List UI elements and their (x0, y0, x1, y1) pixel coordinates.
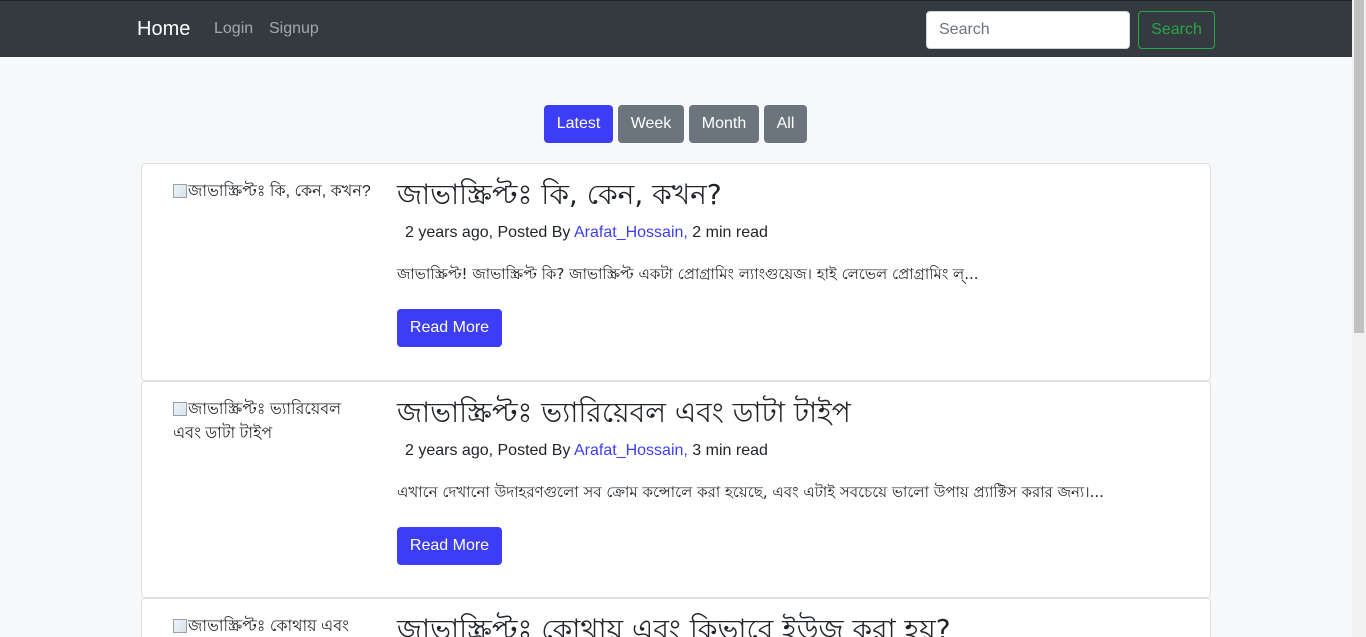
post-title[interactable]: জাভাস্ক্রিপ্টঃ কোথায় এবং কিভাবে ইউজ করা… (397, 613, 951, 637)
post-meta: 2 years ago, Posted By Arafat_Hossain, 3… (405, 442, 768, 460)
post-thumbnail-alt-text: জাভাস্ক্রিপ্টঃ কি, কেন, কখন? (188, 183, 371, 200)
post-thumbnail-alt-text: জাভাস্ক্রিপ্টঃ কোথায় এবং (188, 618, 349, 635)
post-thumbnail-broken-image: জাভাস্ক্রিপ্টঃ কি, কেন, কখন? (173, 180, 373, 204)
post-card: জাভাস্ক্রিপ্টঃ কোথায় এবং জাভাস্ক্রিপ্টঃ… (141, 598, 1211, 637)
filter-latest-button[interactable]: Latest (544, 105, 613, 143)
nav-signup-link[interactable]: Signup (269, 20, 319, 38)
post-author-link[interactable]: Arafat_Hossain, (574, 224, 688, 241)
post-title[interactable]: জাভাস্ক্রিপ্টঃ কি, কেন, কখন? (397, 178, 722, 212)
post-thumbnail-alt-text: জাভাস্ক্রিপ্টঃ ভ্যারিয়েবল এবং ডাটা টাইপ (173, 401, 342, 442)
post-card: জাভাস্ক্রিপ্টঃ ভ্যারিয়েবল এবং ডাটা টাইপ… (141, 381, 1211, 598)
brand-home-link[interactable]: Home (137, 18, 190, 41)
broken-image-icon (173, 184, 187, 198)
read-more-button[interactable]: Read More (397, 527, 502, 565)
post-card: জাভাস্ক্রিপ্টঃ কি, কেন, কখন? জাভাস্ক্রিপ… (141, 163, 1211, 381)
post-excerpt: জাভাস্ক্রিপ্ট! জাভাস্ক্রিপ্ট কি? জাভাস্ক… (397, 265, 979, 283)
post-thumbnail-broken-image: জাভাস্ক্রিপ্টঃ কোথায় এবং (173, 615, 373, 637)
post-excerpt: এখানে দেখানো উদাহরণগুলো সব ক্রোম কন্সোলে… (397, 483, 1104, 501)
search-input[interactable] (926, 11, 1130, 49)
post-read-time: 3 min read (692, 442, 768, 459)
post-meta: 2 years ago, Posted By Arafat_Hossain, 2… (405, 224, 768, 242)
top-navbar: Home Login Signup Search (0, 0, 1352, 57)
page-scrollbar[interactable] (1352, 0, 1366, 637)
post-read-time: 2 min read (692, 224, 768, 241)
broken-image-icon (173, 402, 187, 416)
filter-all-button[interactable]: All (764, 105, 807, 143)
nav-login-link[interactable]: Login (214, 20, 253, 38)
scrollbar-thumb[interactable] (1354, 0, 1364, 333)
broken-image-icon (173, 619, 187, 633)
read-more-button[interactable]: Read More (397, 309, 502, 347)
post-age: 2 years ago, Posted By (405, 442, 571, 459)
search-button[interactable]: Search (1138, 11, 1215, 49)
post-age: 2 years ago, Posted By (405, 224, 571, 241)
filter-week-button[interactable]: Week (618, 105, 684, 143)
filter-month-button[interactable]: Month (689, 105, 759, 143)
post-thumbnail-broken-image: জাভাস্ক্রিপ্টঃ ভ্যারিয়েবল এবং ডাটা টাইপ (173, 398, 373, 446)
post-author-link[interactable]: Arafat_Hossain, (574, 442, 688, 459)
post-title[interactable]: জাভাস্ক্রিপ্টঃ ভ্যারিয়েবল এবং ডাটা টাইপ (397, 396, 851, 430)
